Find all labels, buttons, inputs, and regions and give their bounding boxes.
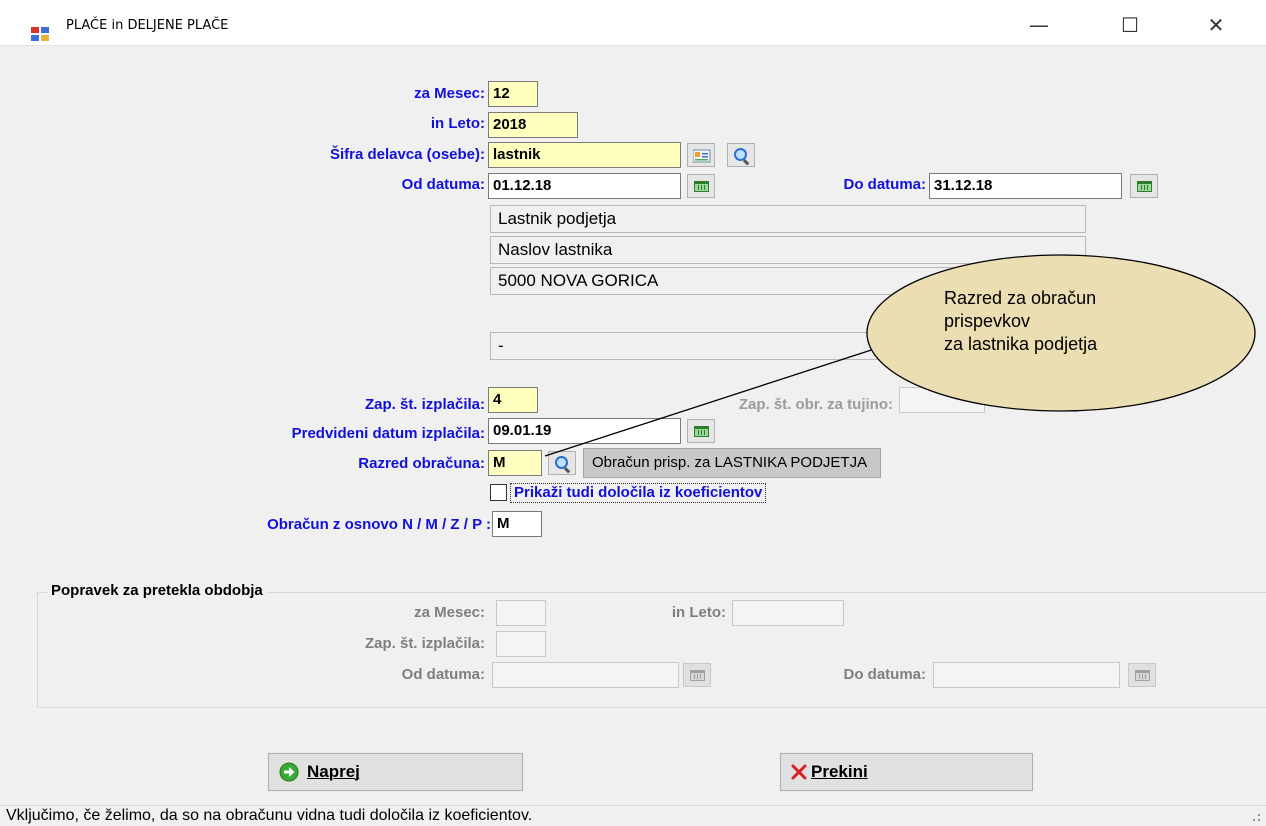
basis-input[interactable]: M <box>492 511 542 537</box>
magnifier-icon <box>555 456 568 469</box>
payout-number-label: Zap. št. izplačila: <box>364 396 485 413</box>
next-button-label: Naprej <box>307 762 360 781</box>
correction-group <box>37 592 1266 708</box>
class-search-button[interactable] <box>548 451 576 475</box>
employee-search-button[interactable] <box>727 143 755 167</box>
corr-month-input <box>496 600 546 626</box>
employee-card-button[interactable] <box>687 143 715 167</box>
basis-label: Obračun z osnovo N / M / Z / P : <box>267 516 491 533</box>
corr-payout-label: Zap. št. izplačila: <box>364 635 485 652</box>
resize-grip-icon[interactable] <box>1252 814 1260 822</box>
corr-month-label: za Mesec: <box>414 604 485 621</box>
corr-year-input <box>732 600 844 626</box>
class-input[interactable]: M <box>488 450 542 476</box>
corr-payout-input <box>496 631 546 657</box>
payout-number-input[interactable]: 4 <box>488 387 538 413</box>
abroad-number-label: Zap. št. obr. za tujino: <box>738 396 893 413</box>
corr-date-from-input <box>492 662 679 688</box>
window-title: PLAČE in DELJENE PLAČE <box>66 18 229 33</box>
planned-date-calendar-button[interactable] <box>687 419 715 443</box>
year-input[interactable]: 2018 <box>488 112 578 138</box>
top-strip <box>0 0 1266 7</box>
corr-date-to-input <box>933 662 1120 688</box>
status-text: Vključimo, če želimo, da so na obračunu … <box>6 807 533 824</box>
calendar-icon <box>694 426 709 437</box>
minimize-button[interactable]: — <box>1016 7 1062 43</box>
date-from-input[interactable]: 01.12.18 <box>488 173 681 199</box>
date-from-calendar-button[interactable] <box>687 174 715 198</box>
calendar-icon <box>1135 670 1150 681</box>
cancel-button[interactable]: Prekini <box>780 753 1033 791</box>
corr-date-to-label: Do datuma: <box>843 666 927 683</box>
magnifier-icon <box>734 148 747 161</box>
close-button[interactable]: ✕ <box>1193 7 1239 43</box>
year-label: in Leto: <box>430 115 485 132</box>
abroad-number-input <box>899 387 985 413</box>
date-from-label: Od datuma: <box>401 176 485 193</box>
employee-code-label: Šifra delavca (osebe): <box>329 146 485 163</box>
app-icon <box>31 27 49 41</box>
class-description: Obračun prisp. za LASTNIKA PODJETJA <box>583 448 881 478</box>
date-to-calendar-button[interactable] <box>1130 174 1158 198</box>
month-label: za Mesec: <box>414 85 485 102</box>
card-icon <box>693 149 711 163</box>
title-bar: PLAČE in DELJENE PLAČE — ☐ ✕ <box>0 7 1266 46</box>
corr-date-from-label: Od datuma: <box>401 666 485 683</box>
employee-code-input[interactable]: lastnik <box>488 142 681 168</box>
close-x-icon <box>791 764 807 780</box>
correction-group-title: Popravek za pretekla obdobja <box>47 582 267 599</box>
month-input[interactable]: 12 <box>488 81 538 107</box>
class-label: Razred obračuna: <box>358 455 485 472</box>
date-to-input[interactable]: 31.12.18 <box>929 173 1122 199</box>
calendar-icon <box>1137 181 1152 192</box>
next-button[interactable]: Naprej <box>268 753 523 791</box>
show-coefficients-checkbox[interactable] <box>490 484 507 501</box>
status-bar: Vključimo, če želimo, da so na obračunu … <box>0 805 1266 826</box>
show-coefficients-label[interactable]: Prikaži tudi določila iz koeficientov <box>510 483 767 503</box>
date-to-label: Do datuma: <box>843 176 927 193</box>
planned-date-input[interactable]: 09.01.19 <box>488 418 681 444</box>
main-window: PLAČE in DELJENE PLAČE — ☐ ✕ za Mesec: 1… <box>0 0 1266 826</box>
info-name: Lastnik podjetja <box>490 205 1086 233</box>
cancel-button-label: Prekini <box>811 762 868 781</box>
planned-date-label: Predvideni datum izplačila: <box>291 425 485 442</box>
maximize-button[interactable]: ☐ <box>1107 7 1153 43</box>
calendar-icon <box>694 181 709 192</box>
arrow-right-icon <box>279 762 299 782</box>
corr-date-from-calendar-button <box>683 663 711 687</box>
corr-date-to-calendar-button <box>1128 663 1156 687</box>
corr-year-label: in Leto: <box>671 604 726 621</box>
info-address: Naslov lastnika <box>490 236 1086 264</box>
callout-text: Razred za obračun prispevkov za lastnika… <box>944 288 1098 354</box>
calendar-icon <box>690 670 705 681</box>
